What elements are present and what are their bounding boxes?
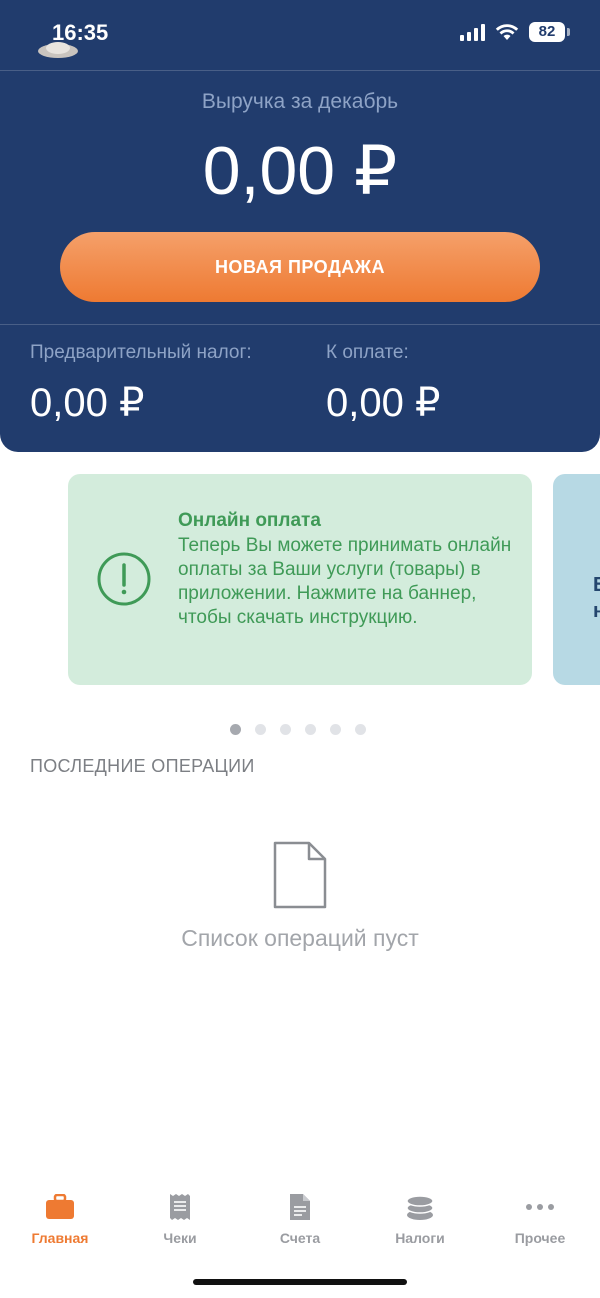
online-payment-banner[interactable]: Онлайн оплата Теперь Вы можете принимать… [68,474,532,685]
tab-more-label: Прочее [514,1230,566,1246]
next-banner-peek[interactable]: Б н [553,474,600,685]
next-banner-text-2: н [593,600,600,622]
next-banner-text-1: Б [593,574,600,597]
tab-home-label: Главная [31,1230,89,1246]
prelim-tax-label: Предварительный налог: [30,342,252,363]
tab-home[interactable]: Главная [0,1180,120,1260]
banner-text: Теперь Вы можете принимать онлайн оплаты… [178,535,512,628]
carousel-dot[interactable] [305,724,316,735]
carousel-dot[interactable] [255,724,266,735]
header-divider-bottom [0,324,600,325]
carousel-dot-active[interactable] [230,724,241,735]
status-icons: 82 [460,22,570,42]
status-time: 16:35 [52,20,109,45]
revenue-label: Выручка за декабрь [201,90,399,113]
carousel-pagination [230,724,366,735]
prelim-tax-value: 0,00 ₽ [30,381,145,425]
carousel-dot[interactable] [280,724,291,735]
header-divider-top [0,70,600,71]
tab-invoices[interactable]: Счета [240,1180,360,1260]
tab-taxes-label: Налоги [395,1230,445,1246]
document-icon [285,1192,315,1222]
wifi-icon [495,24,519,40]
tab-invoices-label: Счета [279,1230,321,1246]
revenue-value: 0,00 ₽ [202,133,398,209]
empty-operations-text: Список операций пуст [181,925,419,951]
status-bar: 16:35 82 [0,0,600,70]
briefcase-icon [45,1192,75,1222]
to-pay-label: К оплате: [326,342,409,363]
receipt-icon [165,1192,195,1222]
header-panel: 16:35 82 Выручка за декабрь 0,00 ₽ НОВАЯ… [0,0,600,452]
tab-receipts[interactable]: Чеки [120,1180,240,1260]
battery-icon: 82 [529,22,570,42]
alert-circle-icon [97,552,151,606]
tab-receipts-label: Чеки [163,1230,197,1246]
tab-taxes[interactable]: Налоги [360,1180,480,1260]
tab-more[interactable]: Прочее [480,1180,600,1260]
to-pay-value: 0,00 ₽ [326,381,441,425]
recent-operations-title: ПОСЛЕДНИЕ ОПЕРАЦИИ [30,756,255,776]
more-icon [525,1192,555,1222]
empty-document-icon [273,841,327,909]
cellular-signal-icon [460,23,485,41]
bottom-tab-bar: Главная Чеки Счета Налоги Прочее [0,1180,600,1260]
home-indicator [193,1279,407,1285]
coins-icon [405,1192,435,1222]
carousel-dot[interactable] [330,724,341,735]
carousel-dot[interactable] [355,724,366,735]
battery-level: 82 [529,22,565,42]
banner-title: Онлайн оплата [178,510,321,531]
new-sale-button[interactable]: НОВАЯ ПРОДАЖА [60,232,540,302]
